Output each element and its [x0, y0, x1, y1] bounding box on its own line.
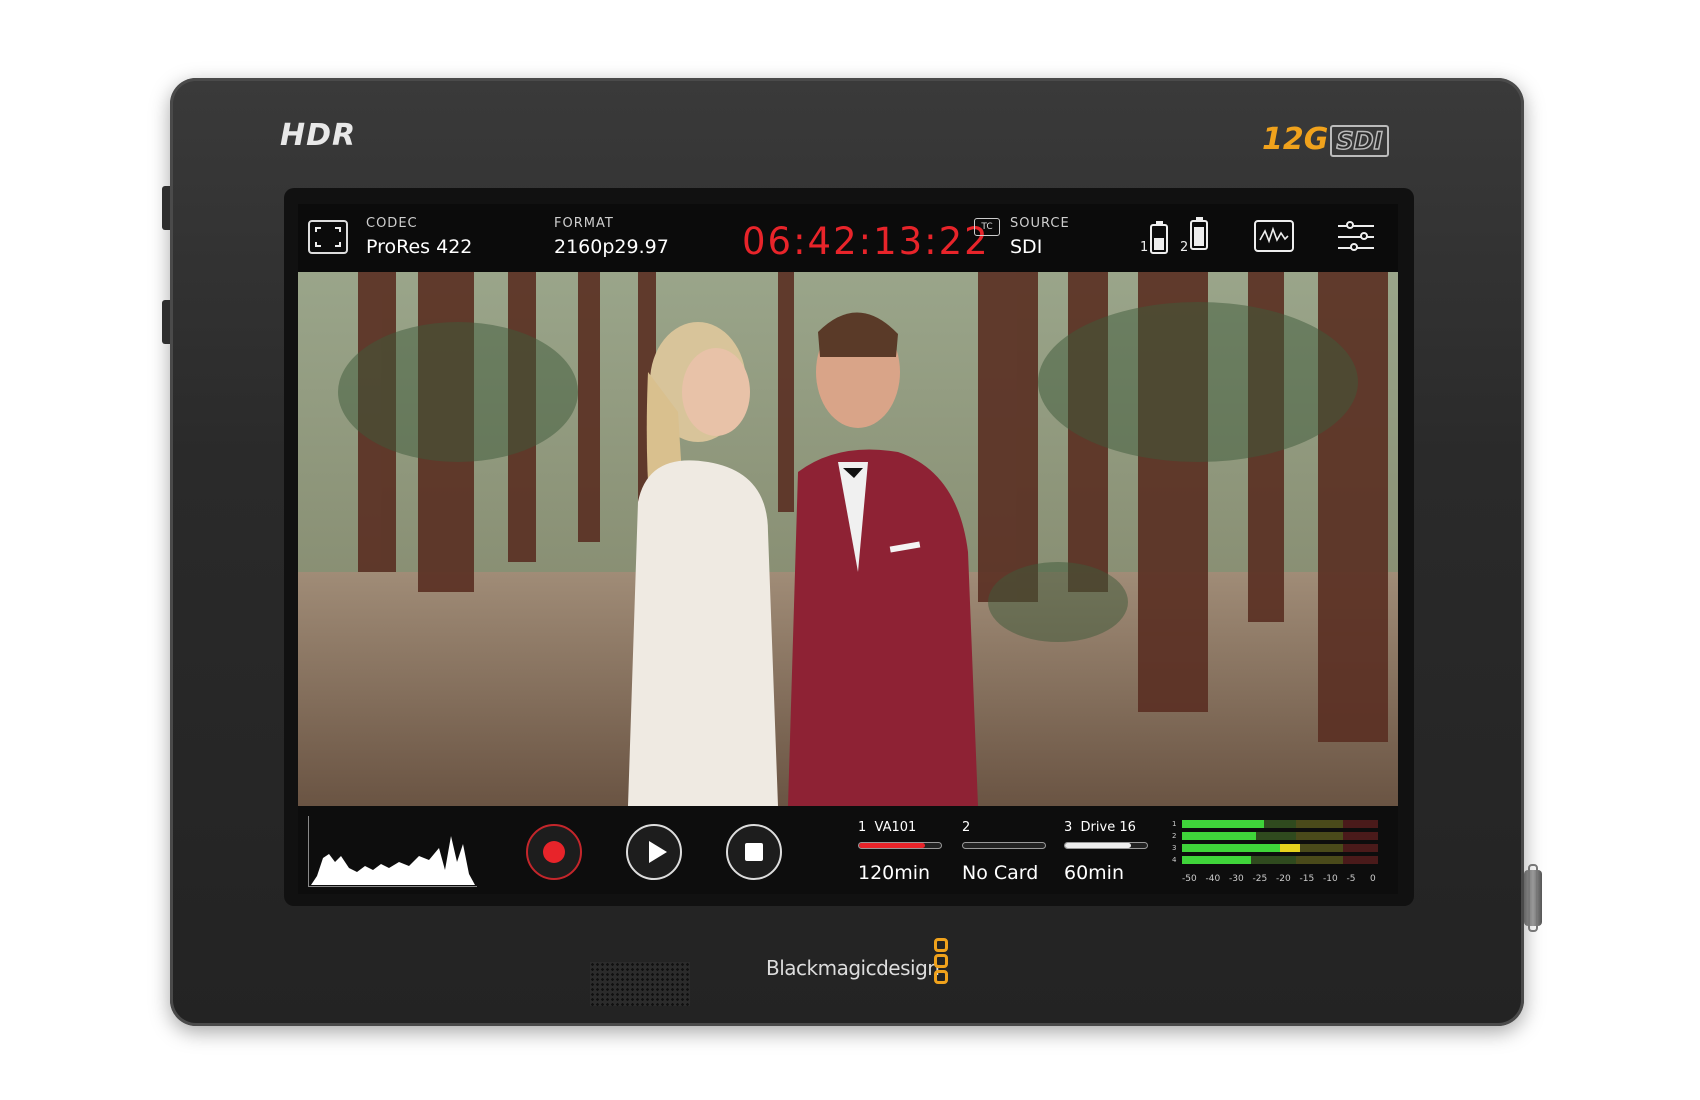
- bottom-control-bar: 1 VA101 120min 2 No Card 3 Drive 16 60mi…: [298, 806, 1398, 894]
- brand-logo-icon: [934, 938, 952, 986]
- record-button[interactable]: [526, 824, 582, 880]
- side-button-lower[interactable]: [162, 300, 170, 344]
- audio-meter-scale-tick: -15: [1299, 874, 1315, 884]
- sdi-connector: [1524, 864, 1542, 932]
- frame-guides-icon[interactable]: [308, 220, 348, 254]
- audio-meter-peak: [1280, 844, 1300, 852]
- audio-meter-scale-tick: 0: [1370, 874, 1376, 884]
- audio-meter-zone: [1295, 820, 1343, 828]
- touchscreen[interactable]: CODEC ProRes 422 FORMAT 2160p29.97 06:42…: [298, 204, 1398, 894]
- audio-meter-zone: [1295, 844, 1343, 852]
- codec-value[interactable]: ProRes 422: [366, 236, 472, 258]
- audio-meter-channel-label: 3: [1172, 844, 1177, 852]
- slot-1-label: VA101: [874, 820, 917, 835]
- audio-meter-zone: [1295, 832, 1343, 840]
- audio-meter-channel-2: 2: [1172, 832, 1378, 840]
- forest-couple-scene: [298, 272, 1398, 806]
- audio-meter-scale-tick: -20: [1276, 874, 1291, 884]
- histogram[interactable]: [308, 816, 477, 887]
- play-button[interactable]: [626, 824, 682, 880]
- audio-meter-channel-label: 4: [1172, 856, 1177, 864]
- slot-2-name: 2: [962, 820, 970, 835]
- codec-label: CODEC: [366, 216, 418, 231]
- audio-meter-zone: [1342, 856, 1378, 864]
- source-value[interactable]: SDI: [1010, 236, 1042, 258]
- slot-2-capacity-bar: [962, 842, 1046, 849]
- audio-meter-channel-label: 2: [1172, 832, 1177, 840]
- slot-3-number: 3: [1064, 820, 1073, 835]
- audio-meter-scale-tick: -10: [1323, 874, 1338, 884]
- speaker-grille: [590, 962, 690, 1006]
- audio-meter-channel-4: 4: [1172, 856, 1378, 864]
- slot-1-number: 1: [858, 820, 867, 835]
- audio-meter-scale-tick: -30: [1229, 874, 1244, 884]
- audio-meter-zone: [1342, 844, 1378, 852]
- waveform-scope-icon[interactable]: [1254, 220, 1294, 252]
- format-label: FORMAT: [554, 216, 614, 231]
- audio-meter-scale-tick: -50: [1182, 874, 1197, 884]
- audio-meter-scale-tick: -40: [1205, 874, 1221, 884]
- top-status-bar: CODEC ProRes 422 FORMAT 2160p29.97 06:42…: [298, 204, 1398, 272]
- battery-2-label: 2: [1180, 240, 1189, 255]
- 12g-sdi-badge: 12G SDI: [1262, 122, 1389, 157]
- audio-meter-level: [1182, 856, 1251, 864]
- audio-meter-channel-3: 3: [1172, 844, 1378, 852]
- side-button-upper[interactable]: [162, 186, 170, 230]
- timecode-badge: TC: [974, 218, 1000, 236]
- slot-3-name: 3 Drive 16: [1064, 820, 1136, 835]
- source-label: SOURCE: [1010, 216, 1070, 231]
- slot-1-capacity-bar: [858, 842, 942, 849]
- brand-name: Blackmagicdesign: [766, 956, 940, 980]
- slot-3-capacity-bar: [1064, 842, 1148, 849]
- sdi-text: SDI: [1330, 125, 1389, 157]
- hdr-badge: HDR: [280, 118, 357, 153]
- slot-2-number: 2: [962, 820, 971, 835]
- audio-meter-zone: [1342, 832, 1378, 840]
- slot-3-remaining: 60min: [1064, 862, 1125, 884]
- audio-meter-scale-tick: -25: [1252, 874, 1268, 884]
- battery-1-icon[interactable]: [1150, 221, 1168, 254]
- stop-button[interactable]: [726, 824, 782, 880]
- audio-meter-level: [1182, 832, 1257, 840]
- audio-meter-channel-1: 1: [1172, 820, 1378, 828]
- 12g-text: 12G: [1262, 122, 1329, 157]
- audio-meter-level: [1182, 844, 1296, 852]
- live-video-feed[interactable]: [298, 272, 1398, 806]
- format-value[interactable]: 2160p29.97: [554, 236, 669, 258]
- timecode-display[interactable]: 06:42:13:22: [742, 220, 990, 263]
- audio-meter-level: [1182, 820, 1265, 828]
- slot-1-name: 1 VA101: [858, 820, 916, 835]
- slot-1-remaining: 120min: [858, 862, 931, 884]
- settings-sliders-icon[interactable]: [1338, 220, 1374, 254]
- audio-meter-channel-label: 1: [1172, 820, 1177, 828]
- battery-2-icon[interactable]: [1190, 217, 1208, 250]
- slot-2-status: No Card: [962, 862, 1039, 884]
- battery-1-label: 1: [1140, 240, 1149, 255]
- audio-meter-zone: [1295, 856, 1343, 864]
- slot-3-label: Drive 16: [1080, 820, 1136, 835]
- audio-meters[interactable]: 1 2 3 4 -50 -40 -30 -25 -20 -15 -10 -5 0: [1172, 816, 1384, 884]
- audio-meter-scale-tick: -5: [1346, 874, 1356, 884]
- audio-meter-zone: [1342, 820, 1378, 828]
